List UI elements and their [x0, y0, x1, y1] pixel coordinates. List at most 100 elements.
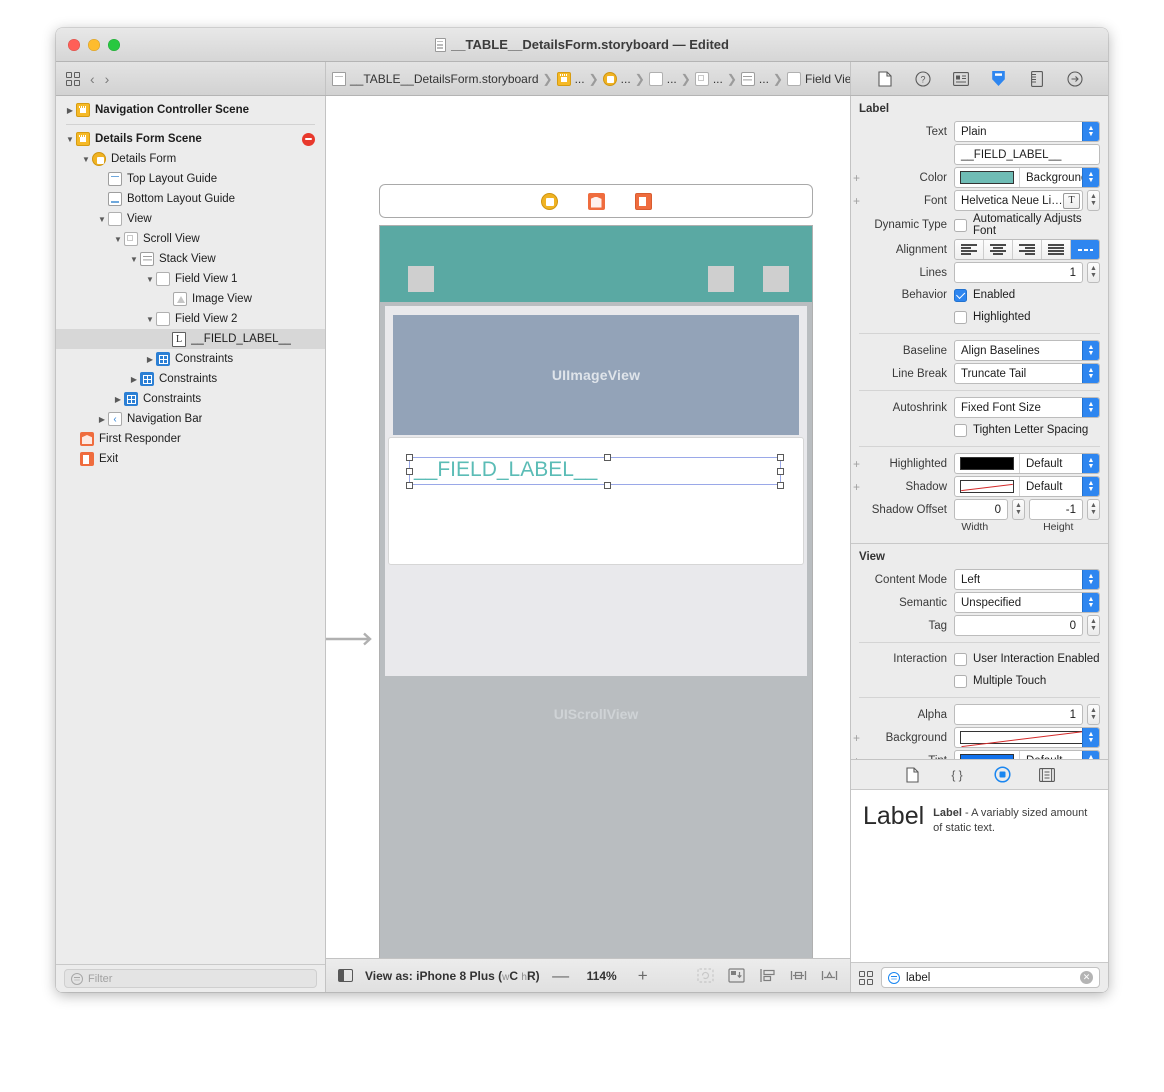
- align-natural-button[interactable]: [1071, 240, 1099, 259]
- tree-item-image-view[interactable]: Image View: [56, 289, 325, 309]
- text-value-input[interactable]: __FIELD_LABEL__: [954, 144, 1100, 165]
- embed-in-icon[interactable]: [728, 968, 745, 983]
- chevron-updown-icon[interactable]: ▲▼: [1082, 122, 1099, 141]
- user-interaction-enabled-checkbox[interactable]: [954, 652, 967, 666]
- selection-handle-mr[interactable]: [777, 468, 784, 475]
- color-popup[interactable]: BackgroundColor... ▲▼: [954, 167, 1100, 188]
- semantic-popup[interactable]: Unspecified ▲ ▼: [954, 592, 1100, 613]
- media-library-icon[interactable]: [1039, 767, 1056, 783]
- tree-item-details-form[interactable]: ▼ Details Form: [56, 149, 325, 169]
- stop-badge-icon[interactable]: [302, 132, 315, 146]
- navigator-toggle-icon[interactable]: [66, 71, 80, 86]
- shadow-color-swatch[interactable]: [960, 480, 1014, 493]
- tree-item-bottom-layout-guide[interactable]: Bottom Layout Guide: [56, 189, 325, 209]
- tree-item-navigation-bar[interactable]: ▶ ‹ Navigation Bar: [56, 409, 325, 429]
- chevron-updown-icon[interactable]: ▲▼: [1082, 751, 1099, 759]
- library-grid-icon[interactable]: [859, 970, 873, 985]
- add-variation-icon[interactable]: +: [851, 172, 862, 184]
- selection-handle-tl[interactable]: [406, 454, 413, 461]
- tree-item-scroll-view[interactable]: ▼ Scroll View: [56, 229, 325, 249]
- baseline-popup[interactable]: Align Baselines ▲ ▼: [954, 340, 1100, 361]
- font-stepper[interactable]: ▲ ▼: [1087, 190, 1100, 211]
- document-outline-tree[interactable]: ▶ Navigation Controller Scene ▼ Details …: [56, 96, 325, 964]
- navigation-bar-preview[interactable]: [380, 226, 812, 302]
- code-snippet-library-icon[interactable]: { }: [949, 767, 966, 783]
- size-inspector-icon[interactable]: [1029, 70, 1045, 87]
- selection-handle-tr[interactable]: [777, 454, 784, 461]
- chevron-updown-icon[interactable]: ▲▼: [1082, 728, 1099, 747]
- navbar-right-button-1[interactable]: [708, 266, 734, 292]
- automatically-adjusts-font-checkbox[interactable]: [954, 218, 967, 232]
- attributes-inspector-content[interactable]: Label Text Plain ▲ ▼ __FIELD_LABEL__ + C…: [851, 96, 1108, 759]
- autoshrink-popup[interactable]: Fixed Font Size ▲ ▼: [954, 397, 1100, 418]
- disclosure-expanded-icon[interactable]: ▼: [112, 235, 124, 244]
- text-type-popup[interactable]: Plain ▲ ▼: [954, 121, 1100, 142]
- breadcrumb-item-4[interactable]: ...: [694, 71, 723, 86]
- add-variation-icon[interactable]: +: [851, 481, 862, 493]
- selection-handle-ml[interactable]: [406, 468, 413, 475]
- field-view-2-preview[interactable]: __FIELD_LABEL__: [388, 437, 804, 565]
- tree-item-field-view-2[interactable]: ▼ Field View 2: [56, 309, 325, 329]
- back-button[interactable]: ‹: [90, 71, 95, 87]
- stack-view-preview[interactable]: UIImageView __FIELD_LABEL__: [385, 306, 807, 676]
- library-item-label[interactable]: Label Label - A variably sized amount of…: [863, 804, 1096, 835]
- selection-handle-br[interactable]: [777, 482, 784, 489]
- enabled-checkbox[interactable]: [954, 288, 967, 302]
- selection-handle-tc[interactable]: [604, 454, 611, 461]
- zoom-in-button[interactable]: +: [634, 966, 652, 986]
- shadow-offset-height-stepper[interactable]: ▲ ▼: [1087, 499, 1100, 520]
- scroll-view-preview[interactable]: UIImageView __FIELD_LABEL__ UIScrollView: [380, 302, 812, 958]
- connections-inspector-icon[interactable]: [1066, 70, 1083, 87]
- device-preview[interactable]: UIImageView __FIELD_LABEL__ UIScrollView: [379, 225, 813, 958]
- breadcrumb-item-5[interactable]: ...: [740, 71, 769, 86]
- tint-color-popup[interactable]: Default ▲▼: [954, 750, 1100, 759]
- zoom-out-button[interactable]: —: [552, 966, 570, 986]
- update-frames-icon[interactable]: [697, 968, 714, 983]
- align-right-button[interactable]: [1013, 240, 1042, 259]
- disclosure-collapsed-icon[interactable]: ▶: [64, 106, 76, 115]
- breadcrumb-item-0[interactable]: __TABLE__DetailsForm.storyboard: [332, 71, 539, 86]
- exit-icon[interactable]: [634, 192, 652, 210]
- library-search-input[interactable]: label ✕: [881, 967, 1100, 988]
- highlighted-color-popup[interactable]: Default ▲ ▼: [954, 453, 1100, 474]
- pin-icon[interactable]: [790, 968, 807, 983]
- document-outline-toggle-icon[interactable]: [338, 969, 353, 982]
- tree-item-navigation-controller-scene[interactable]: ▶ Navigation Controller Scene: [56, 100, 325, 120]
- lines-input[interactable]: 1: [954, 262, 1083, 283]
- tree-item-constraints-2[interactable]: ▶ Constraints: [56, 369, 325, 389]
- add-variation-icon[interactable]: +: [851, 732, 862, 744]
- file-inspector-icon[interactable]: [877, 70, 893, 87]
- object-library-icon[interactable]: [993, 766, 1011, 783]
- breadcrumb-item-1[interactable]: ...: [556, 71, 585, 86]
- file-template-library-icon[interactable]: [904, 766, 921, 783]
- chevron-updown-icon[interactable]: ▲▼: [1082, 341, 1099, 360]
- scene-dock[interactable]: [379, 184, 813, 218]
- breadcrumb-item-3[interactable]: ...: [648, 71, 677, 86]
- tree-item-field-label[interactable]: L __FIELD_LABEL__: [56, 329, 325, 349]
- add-variation-icon[interactable]: +: [851, 195, 862, 207]
- chevron-updown-icon[interactable]: ▲▼: [1082, 570, 1099, 589]
- filter-input[interactable]: Filter: [64, 969, 317, 988]
- disclosure-collapsed-icon[interactable]: ▶: [128, 375, 140, 384]
- view-as-label[interactable]: View as: iPhone 8 Plus (wC hR): [365, 969, 540, 983]
- tree-item-first-responder[interactable]: First Responder: [56, 429, 325, 449]
- disclosure-expanded-icon[interactable]: ▼: [144, 315, 156, 324]
- add-variation-icon[interactable]: +: [851, 458, 862, 470]
- shadow-offset-width-input[interactable]: 0: [954, 499, 1008, 520]
- chevron-updown-icon[interactable]: ▲▼: [1082, 477, 1099, 496]
- chevron-updown-icon[interactable]: ▲▼: [1082, 593, 1099, 612]
- chevron-updown-icon[interactable]: ▲▼: [1082, 398, 1099, 417]
- color-swatch[interactable]: [960, 171, 1014, 184]
- navbar-right-button-2[interactable]: [763, 266, 789, 292]
- breadcrumb-item-6[interactable]: Field View 2: [786, 71, 850, 86]
- tree-item-stack-view[interactable]: ▼ Stack View: [56, 249, 325, 269]
- alpha-stepper[interactable]: ▲ ▼: [1087, 704, 1100, 725]
- navbar-left-button[interactable]: [408, 266, 434, 292]
- background-color-popup[interactable]: ▲ ▼: [954, 727, 1100, 748]
- identity-inspector-icon[interactable]: [952, 71, 969, 87]
- add-variation-icon[interactable]: +: [851, 755, 862, 760]
- storyboard-canvas[interactable]: UIImageView __FIELD_LABEL__ UIScrollView: [326, 96, 850, 958]
- tree-item-top-layout-guide[interactable]: Top Layout Guide: [56, 169, 325, 189]
- view-controller-icon[interactable]: [540, 192, 558, 210]
- selection-handle-bc[interactable]: [604, 482, 611, 489]
